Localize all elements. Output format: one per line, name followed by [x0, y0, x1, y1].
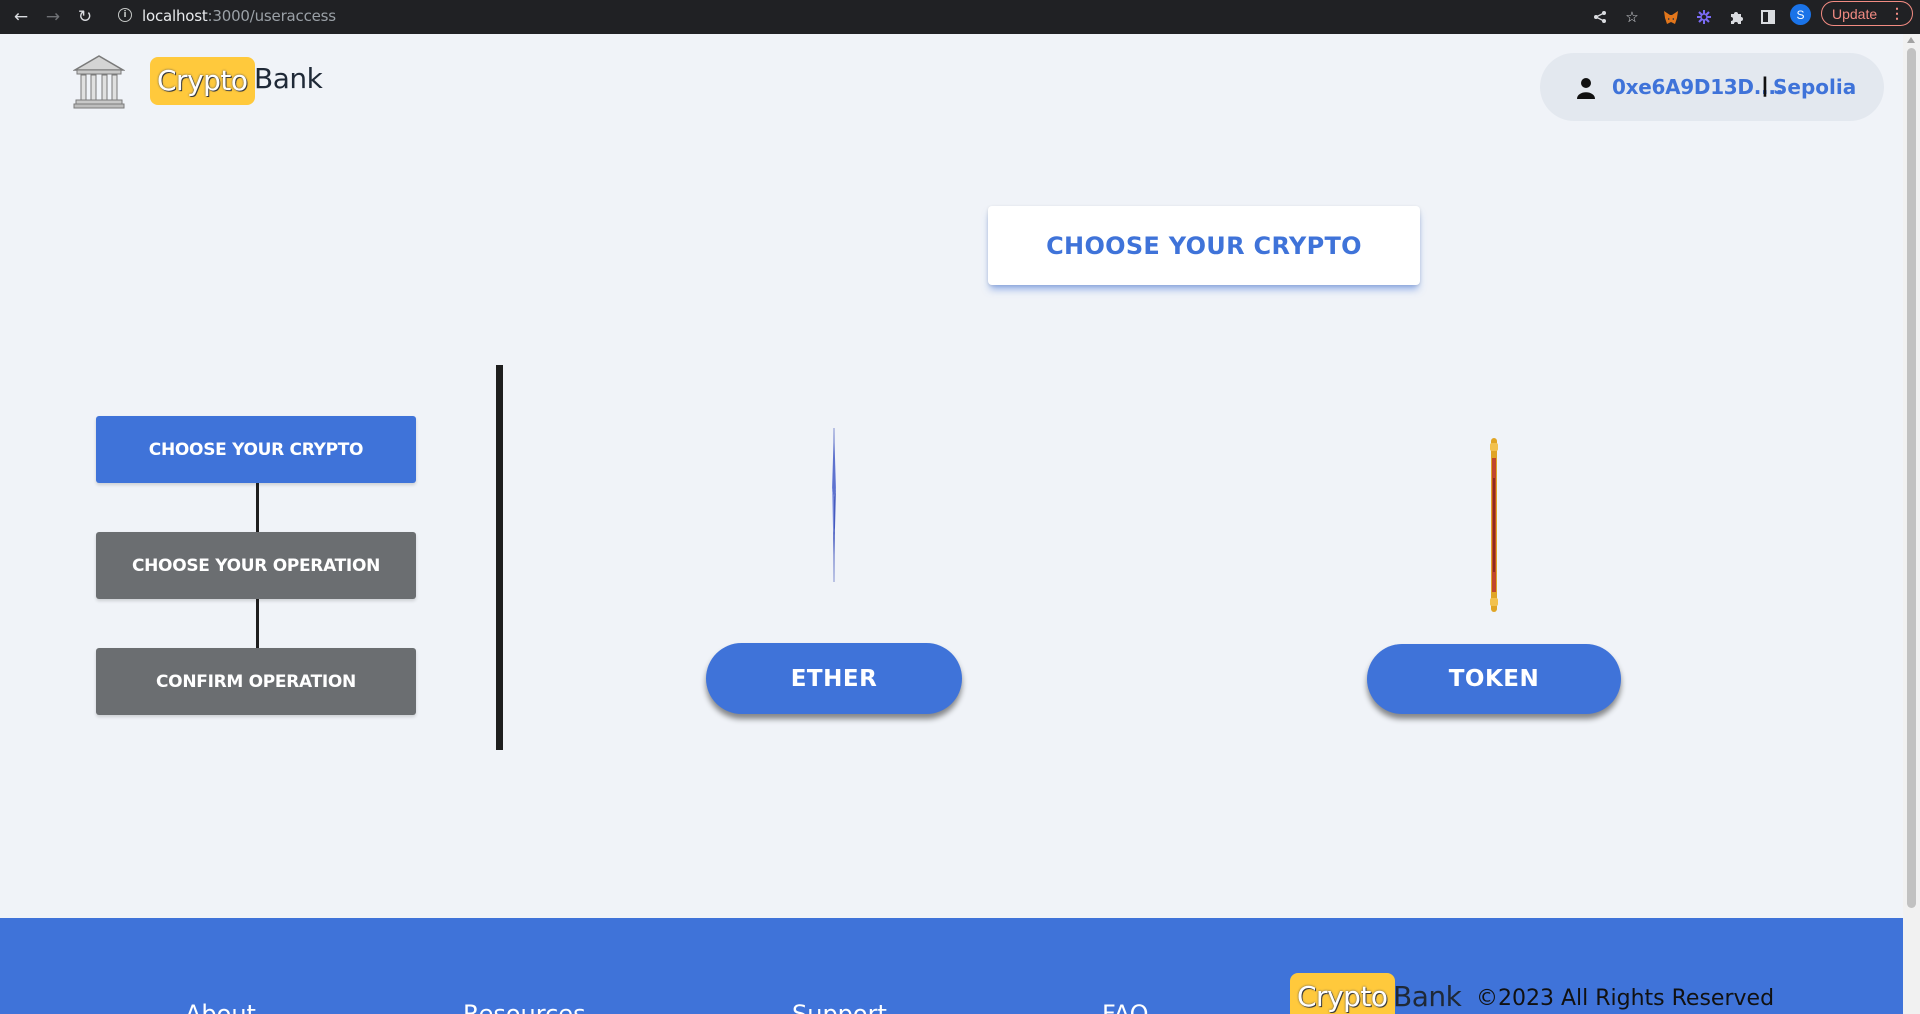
url-host: localhost: [142, 7, 208, 25]
bookmark-star-icon[interactable]: ☆: [1621, 6, 1643, 28]
extension-icon[interactable]: [1693, 6, 1715, 28]
ether-coin-icon: [826, 428, 842, 582]
bank-building-icon: [72, 54, 126, 110]
account-separator: |: [1762, 74, 1768, 97]
user-icon: [1577, 78, 1595, 99]
vertical-divider: [496, 365, 503, 750]
token-coin-icon: [1487, 438, 1501, 612]
address-bar[interactable]: localhost:3000/useraccess: [142, 7, 336, 25]
page-title-card: CHOOSE YOUR CRYPTO: [988, 206, 1420, 285]
update-button[interactable]: Update ⋮: [1821, 1, 1913, 26]
update-label: Update: [1832, 5, 1878, 22]
side-panel-icon[interactable]: [1757, 6, 1779, 28]
step-connector: [256, 483, 259, 532]
step-label: CONFIRM OPERATION: [156, 671, 356, 692]
puzzle-icon[interactable]: [1725, 6, 1747, 28]
footer-link-faq[interactable]: FAQ: [1102, 1000, 1149, 1014]
forward-icon[interactable]: →: [42, 6, 64, 28]
step-confirm-operation[interactable]: CONFIRM OPERATION: [96, 648, 416, 715]
network-name: Sepolia: [1773, 75, 1857, 99]
footer-logo-bank-text: Bank: [1393, 980, 1462, 1013]
menu-dots-icon: ⋮: [1890, 5, 1904, 21]
ether-button[interactable]: ETHER: [706, 643, 962, 714]
reload-icon[interactable]: ↻: [74, 6, 96, 28]
site-info-icon[interactable]: i: [118, 8, 132, 22]
scroll-up-arrow-icon[interactable]: [1907, 37, 1915, 43]
token-button-label: TOKEN: [1448, 666, 1540, 692]
step-choose-operation[interactable]: CHOOSE YOUR OPERATION: [96, 532, 416, 599]
back-icon[interactable]: ←: [10, 6, 32, 28]
footer: About Resources Support FAQ Crypto Bank …: [0, 918, 1903, 1014]
footer-link-support[interactable]: Support: [792, 1000, 887, 1014]
page-title: CHOOSE YOUR CRYPTO: [1046, 231, 1362, 260]
share-icon[interactable]: [1589, 6, 1611, 28]
step-connector: [256, 599, 259, 648]
profile-avatar[interactable]: S: [1790, 4, 1811, 25]
copyright-text: ©2023 All Rights Reserved: [1476, 986, 1775, 1011]
footer-logo-crypto-text: Crypto: [1290, 973, 1395, 1014]
step-label: CHOOSE YOUR CRYPTO: [148, 439, 364, 460]
footer-link-resources[interactable]: Resources: [463, 1000, 586, 1014]
page-scrollbar[interactable]: [1903, 34, 1920, 1014]
ether-button-label: ETHER: [790, 665, 878, 692]
url-path: :3000/useraccess: [207, 7, 337, 25]
step-choose-crypto[interactable]: CHOOSE YOUR CRYPTO: [96, 416, 416, 483]
metamask-fox-icon[interactable]: [1660, 6, 1682, 28]
browser-toolbar: ← → ↻ i localhost:3000/useraccess ☆ S Up…: [0, 0, 1920, 34]
step-label: CHOOSE YOUR OPERATION: [131, 555, 381, 576]
scrollbar-thumb[interactable]: [1907, 48, 1916, 908]
account-address: 0xe6A9D13D....: [1612, 75, 1783, 99]
account-info-pill[interactable]: 0xe6A9D13D.... | Sepolia: [1540, 53, 1884, 121]
logo-bank-text[interactable]: Bank: [254, 62, 323, 95]
logo-crypto-text[interactable]: Crypto: [150, 57, 255, 105]
footer-link-about[interactable]: About: [185, 1000, 256, 1014]
token-button[interactable]: TOKEN: [1367, 644, 1621, 714]
profile-initial: S: [1796, 7, 1805, 22]
